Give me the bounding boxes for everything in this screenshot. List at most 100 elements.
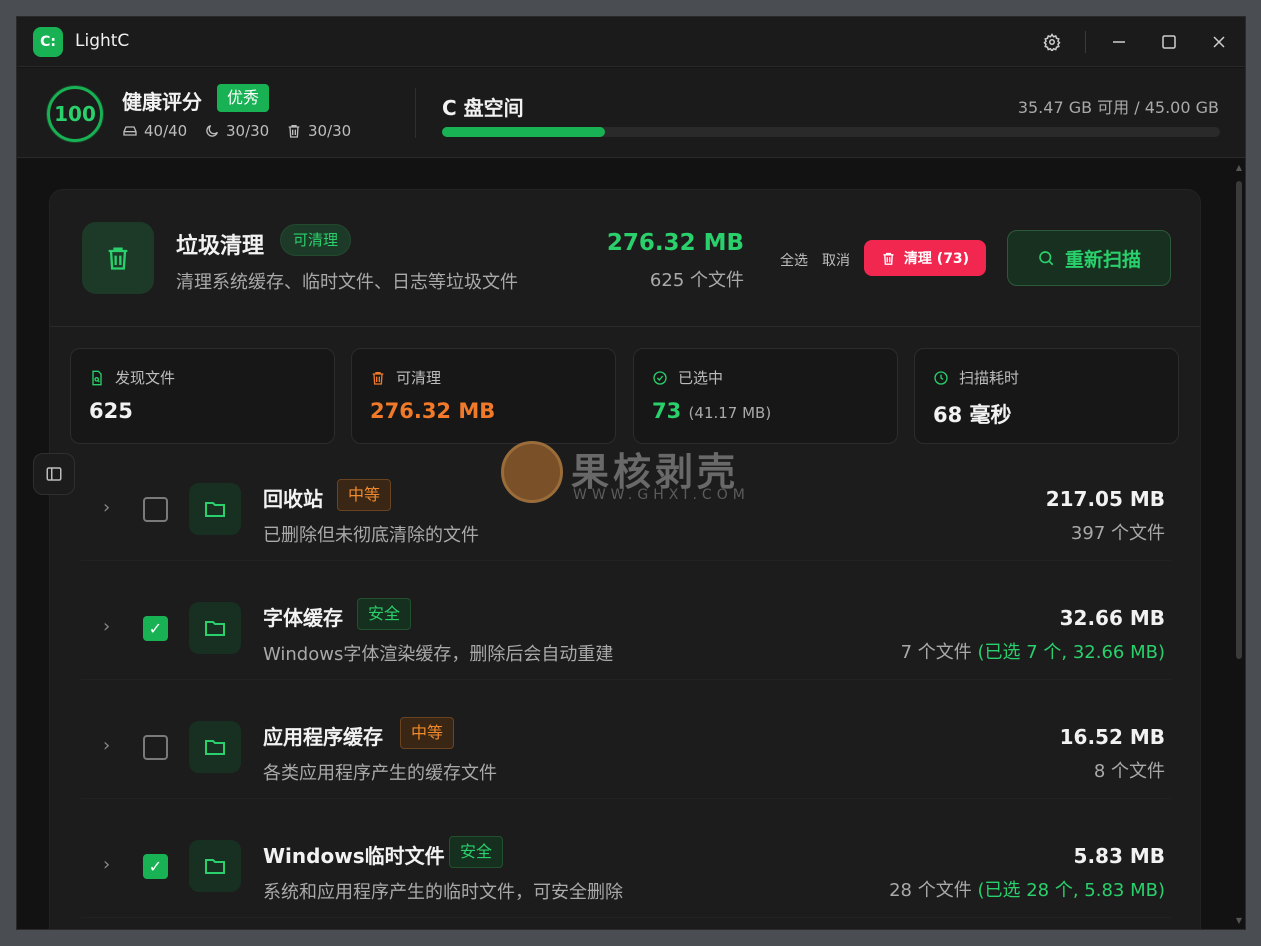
stat-label-text: 可清理	[396, 369, 442, 387]
row-checkbox[interactable]: ✓	[143, 616, 168, 641]
drive-stat-value: 40/40	[144, 122, 188, 140]
stat-value: 276.32 MB	[370, 399, 495, 423]
risk-tag: 安全	[357, 598, 412, 630]
row-desc: Windows字体渲染缓存，删除后会自动重建	[263, 644, 614, 665]
folder-icon	[189, 602, 241, 654]
row-desc: 各类应用程序产生的缓存文件	[263, 763, 497, 784]
rescan-button[interactable]: 重新扫描	[1007, 230, 1171, 286]
stat-label-text: 已选中	[678, 369, 724, 387]
stat-sub: (41.17 MB)	[688, 404, 772, 422]
trash-icon	[288, 125, 300, 138]
list-item[interactable]: › ✓ Windows临时文件 安全 系统和应用程序产生的临时文件，可安全删除 …	[81, 814, 1171, 918]
list-item[interactable]: › 应用程序缓存 中等 各类应用程序产生的缓存文件 16.52 MB 8 个文件	[81, 695, 1171, 799]
stat-value: 625	[89, 399, 133, 423]
select-all-button[interactable]: 全选	[780, 250, 808, 270]
row-checkbox[interactable]	[143, 735, 168, 760]
stat-label-text: 扫描耗时	[959, 369, 1020, 387]
sidebar-toggle-button[interactable]	[33, 453, 75, 495]
chevron-right-icon[interactable]: ›	[103, 735, 110, 756]
disk-usage-bar	[442, 127, 1220, 137]
risk-tag: 中等	[400, 717, 455, 749]
row-count: 8 个文件	[1094, 757, 1165, 783]
trash-icon	[883, 252, 894, 265]
row-name: 回收站	[263, 487, 323, 511]
row-size: 16.52 MB	[1059, 725, 1165, 749]
chevron-right-icon[interactable]: ›	[103, 616, 110, 637]
row-size: 217.05 MB	[1045, 487, 1165, 511]
drive-stat: 40/40	[122, 122, 187, 140]
stat-label: 已选中	[652, 367, 723, 388]
scrollbar[interactable]: ▲ ▼	[1233, 163, 1245, 925]
clean-button-label: 清理 (73)	[903, 251, 970, 267]
minimize-icon	[1113, 41, 1125, 43]
row-count: 28 个文件 (已选 28 个, 5.83 MB)	[889, 876, 1165, 902]
disk-title: C 盘空间	[442, 96, 524, 120]
clean-button[interactable]: 清理 (73)	[864, 240, 986, 276]
row-checkbox[interactable]	[143, 497, 168, 522]
list-item[interactable]: › ✓ 字体缓存 安全 Windows字体渲染缓存，删除后会自动重建 32.66…	[81, 576, 1171, 680]
junk-card-icon	[82, 222, 154, 294]
rescan-button-label: 重新扫描	[1064, 248, 1141, 271]
card-desc: 清理系统缓存、临时文件、日志等垃圾文件	[176, 272, 518, 293]
scrollbar-thumb[interactable]	[1236, 181, 1242, 659]
row-count-text: 7 个文件	[900, 642, 972, 663]
gear-icon	[1043, 33, 1061, 51]
row-desc: 系统和应用程序产生的临时文件，可安全删除	[263, 882, 623, 903]
moon-icon	[206, 125, 218, 137]
stat-value: 73 (41.17 MB)	[652, 399, 771, 423]
chevron-right-icon[interactable]: ›	[103, 497, 110, 518]
stat-label-text: 发现文件	[115, 369, 176, 387]
folder-icon	[189, 483, 241, 535]
row-name: Windows临时文件	[263, 844, 445, 868]
drive-icon	[123, 126, 137, 136]
maximize-icon	[1162, 35, 1176, 49]
scroll-down-icon[interactable]: ▼	[1234, 916, 1244, 925]
stat-number: 276.32 MB	[370, 399, 496, 423]
risk-tag: 安全	[449, 836, 504, 868]
row-desc: 已删除但未彻底清除的文件	[263, 525, 479, 546]
stat-value: 68 毫秒	[933, 399, 1012, 429]
row-selected: (已选 28 个, 5.83 MB)	[977, 880, 1165, 901]
folder-icon	[189, 721, 241, 773]
row-name: 字体缓存	[263, 606, 343, 630]
settings-button[interactable]	[1039, 29, 1065, 55]
row-size: 32.66 MB	[1059, 606, 1165, 630]
close-button[interactable]	[1206, 29, 1232, 55]
stat-scan-time: 扫描耗时 68 毫秒	[914, 348, 1179, 444]
health-score: 100	[47, 86, 103, 142]
row-size: 5.83 MB	[1073, 844, 1165, 868]
row-count: 397 个文件	[1071, 519, 1165, 545]
sidebar-icon	[46, 467, 62, 481]
folder-icon	[189, 840, 241, 892]
scroll-up-icon[interactable]: ▲	[1234, 163, 1244, 172]
trash-stat: 30/30	[286, 122, 351, 140]
file-search-icon	[92, 370, 102, 385]
cancel-button[interactable]: 取消	[822, 250, 850, 270]
trash-icon	[372, 371, 384, 385]
card-title: 垃圾清理	[176, 234, 265, 259]
row-count-text: 8 个文件	[1093, 761, 1165, 782]
row-selected: (已选 7 个, 32.66 MB)	[977, 642, 1165, 663]
risk-tag: 中等	[337, 479, 392, 511]
title-bar: C: LightC	[17, 17, 1245, 67]
stat-label: 扫描耗时	[933, 367, 1019, 388]
check-circle-icon	[653, 370, 667, 385]
chevron-right-icon[interactable]: ›	[103, 854, 110, 875]
minimize-button[interactable]	[1106, 29, 1132, 55]
close-icon	[1213, 36, 1225, 48]
stat-number: 73	[652, 399, 682, 423]
stat-label: 可清理	[370, 367, 441, 388]
header-separator	[415, 88, 416, 138]
stat-number: 68 毫秒	[933, 403, 1012, 427]
app-logo: C:	[33, 27, 63, 57]
sleep-stat: 30/30	[204, 122, 269, 140]
search-icon	[1039, 251, 1054, 266]
list-item[interactable]: › 回收站 中等 已删除但未彻底清除的文件 217.05 MB 397 个文件	[81, 457, 1171, 561]
app-title: LightC	[75, 31, 130, 51]
clock-icon	[934, 370, 948, 385]
stat-selected: 已选中 73 (41.17 MB)	[633, 348, 898, 444]
row-checkbox[interactable]: ✓	[143, 854, 168, 879]
app-window: C: LightC 100 健康评分 优秀 40/40 30/30 30/30 …	[16, 16, 1246, 930]
maximize-button[interactable]	[1156, 29, 1182, 55]
trash-stat-value: 30/30	[308, 122, 352, 140]
